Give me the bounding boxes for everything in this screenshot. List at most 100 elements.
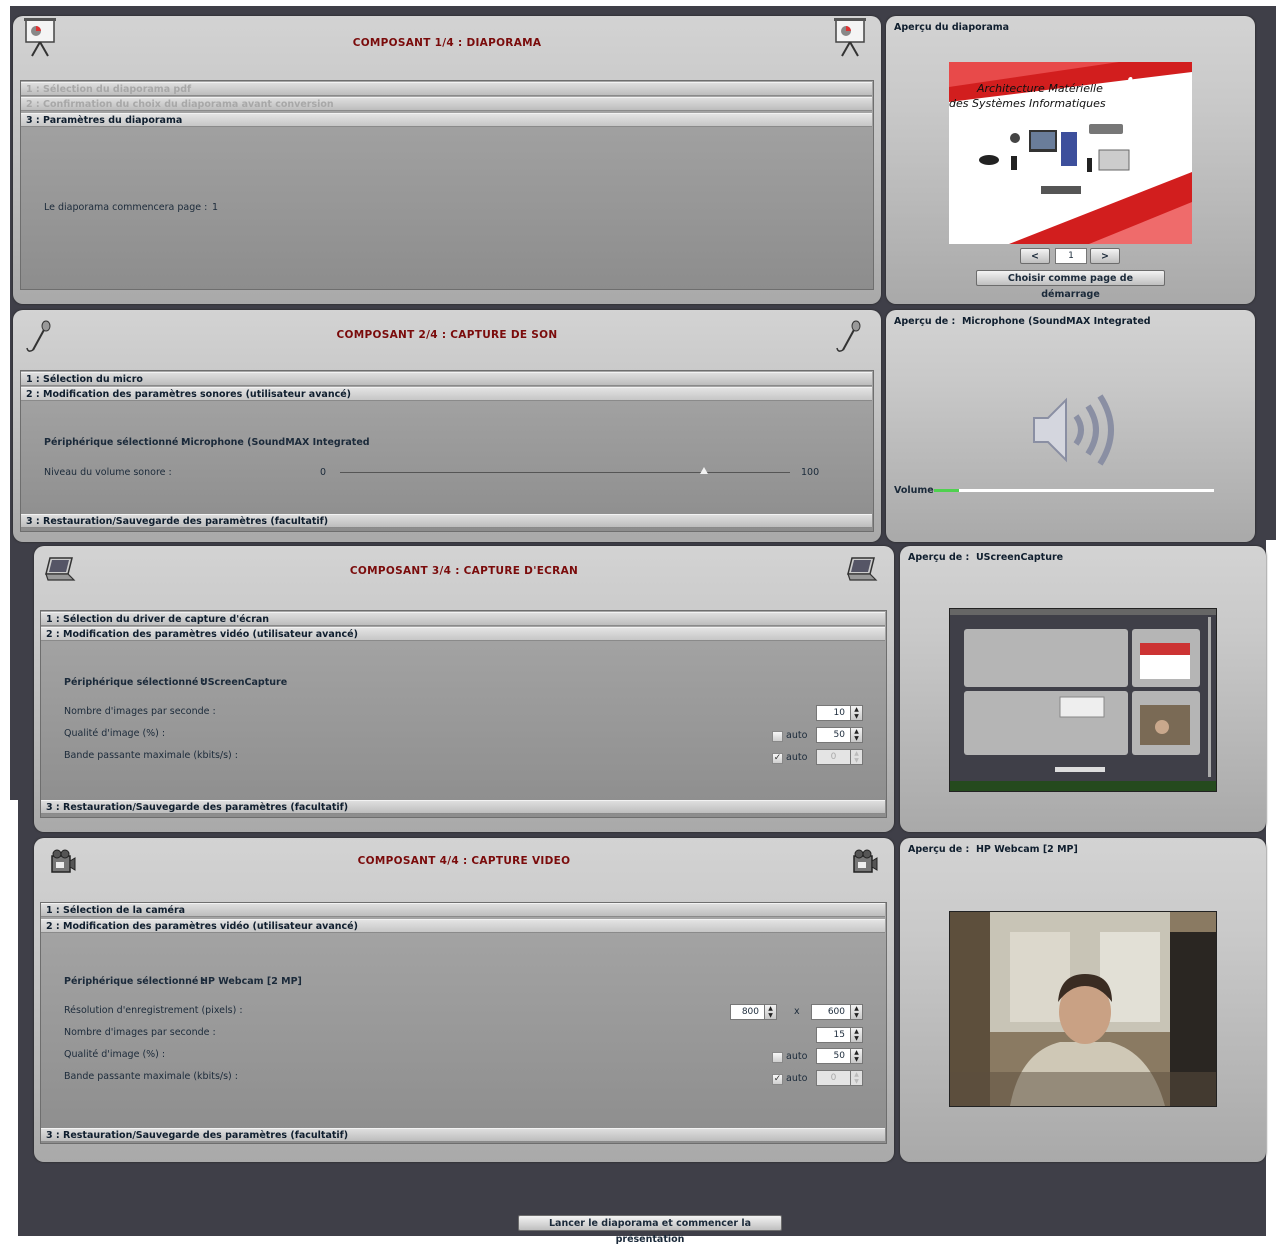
section-header-pdf-selection[interactable]: 1 : Sélection du diaporama pdf — [21, 82, 872, 96]
fps-value[interactable]: 10 — [816, 705, 851, 721]
webcam-preview — [949, 911, 1217, 1107]
device-label: Périphérique sélectionné : — [44, 437, 186, 448]
section-header-video-params[interactable]: 2 : Modification des paramètres vidéo (u… — [41, 919, 885, 933]
fps-label: Nombre d'images par seconde : — [64, 1027, 216, 1038]
panel-content — [40, 902, 887, 1144]
video-camera-icon — [850, 848, 884, 882]
slide-title-line1: Architecture Matérielle — [977, 82, 1103, 95]
slide-title-line2: des Systèmes Informatiques — [949, 97, 1106, 110]
volume-meter — [934, 489, 1214, 492]
preview-panel-sound: Aperçu de : Microphone (SoundMAX Integra… — [886, 310, 1255, 542]
panel-title: COMPOSANT 3/4 : CAPTURE D'ECRAN — [349, 565, 579, 577]
bandwidth-auto-label: auto — [786, 1073, 808, 1084]
preview-panel-screen-capture: Aperçu de : UScreenCapture — [900, 546, 1266, 832]
section-header-driver-selection[interactable]: 1 : Sélection du driver de capture d'écr… — [41, 612, 885, 626]
background-gap — [0, 800, 18, 1236]
fps-stepper[interactable]: 15 ▲ ▼ — [816, 1027, 863, 1043]
volume-max-label: 100 — [801, 467, 820, 478]
launch-presentation-button[interactable]: Lancer le diaporama et commencer la prés… — [518, 1215, 782, 1245]
device-label: Périphérique sélectionné : — [64, 976, 206, 987]
bandwidth-label: Bande passante maximale (kbits/s) : — [64, 1071, 238, 1082]
bandwidth-value: 0 — [816, 749, 851, 765]
stepper-arrows-icon[interactable]: ▲ ▼ — [851, 1004, 863, 1020]
speaker-icon — [1030, 390, 1120, 473]
stepper-arrows-icon[interactable]: ▲ ▼ — [851, 705, 863, 721]
stepper-arrows-icon[interactable]: ▲ ▼ — [851, 1048, 863, 1064]
fps-label: Nombre d'images par seconde : — [64, 706, 216, 717]
device-value: Microphone (SoundMAX Integrated — [181, 437, 370, 448]
volume-slider[interactable] — [340, 467, 790, 474]
panel-title: COMPOSANT 2/4 : CAPTURE DE SON — [336, 329, 558, 341]
volume-label: Niveau du volume sonore : — [44, 467, 172, 478]
section-header-slideshow-params[interactable]: 3 : Paramètres du diaporama — [21, 113, 872, 127]
section-header-mic-selection[interactable]: 1 : Sélection du micro — [21, 372, 872, 386]
quality-value[interactable]: 50 — [816, 727, 851, 743]
volume-meter-fill — [934, 489, 960, 492]
section-header-sound-params[interactable]: 2 : Modification des paramètres sonores … — [21, 387, 872, 401]
resolution-width-value[interactable]: 800 — [730, 1004, 765, 1020]
quality-stepper[interactable]: 50 ▲ ▼ — [816, 1048, 863, 1064]
page-number-field[interactable]: 1 — [1055, 248, 1087, 264]
set-start-page-button[interactable]: Choisir comme page de démarrage — [976, 270, 1165, 300]
section-header-restore-save[interactable]: 3 : Restauration/Sauvegarde des paramètr… — [41, 800, 885, 814]
quality-label: Qualité d'image (%) : — [64, 1049, 166, 1060]
resolution-separator: x — [794, 1006, 800, 1017]
component-panel-slideshow: COMPOSANT 1/4 : DIAPORAMA 1 : Sélection … — [13, 16, 881, 304]
volume-min-label: 0 — [320, 467, 327, 478]
preview-panel-slideshow: Aperçu du diaporama Architecture Matérie… — [886, 16, 1255, 304]
laptop-icon — [846, 556, 880, 590]
section-header-restore-save[interactable]: 3 : Restauration/Sauvegarde des paramètr… — [41, 1128, 885, 1142]
start-page-label: Le diaporama commencera page : — [44, 202, 208, 213]
preview-panel-webcam: Aperçu de : HP Webcam [2 MP] — [900, 838, 1266, 1162]
device-value: UScreenCapture — [200, 677, 288, 688]
bandwidth-label: Bande passante maximale (kbits/s) : — [64, 750, 238, 761]
resolution-height-stepper[interactable]: 600 ▲ ▼ — [811, 1004, 863, 1020]
panel-title: COMPOSANT 4/4 : CAPTURE VIDEO — [357, 855, 571, 867]
quality-label: Qualité d'image (%) : — [64, 728, 166, 739]
bandwidth-auto-checkbox[interactable]: ✓ — [772, 753, 783, 764]
stepper-arrows-icon[interactable]: ▲ ▼ — [851, 1027, 863, 1043]
section-header-restore-save[interactable]: 3 : Restauration/Sauvegarde des paramètr… — [21, 514, 872, 528]
stepper-arrows-icon[interactable]: ▲ ▼ — [765, 1004, 777, 1020]
component-panel-screen-capture: COMPOSANT 3/4 : CAPTURE D'ECRAN 1 : Séle… — [34, 546, 894, 832]
bandwidth-stepper: 0 ▲ ▼ — [816, 749, 863, 765]
resolution-label: Résolution d'enregistrement (pixels) : — [64, 1005, 243, 1016]
section-header-camera-selection[interactable]: 1 : Sélection de la caméra — [41, 903, 885, 917]
panel-title: COMPOSANT 1/4 : DIAPORAMA — [352, 37, 542, 49]
quality-auto-checkbox[interactable] — [772, 1052, 783, 1063]
volume-slider-thumb[interactable] — [700, 467, 708, 474]
quality-stepper[interactable]: 50 ▲ ▼ — [816, 727, 863, 743]
component-panel-sound: COMPOSANT 2/4 : CAPTURE DE SON 1 : Sélec… — [13, 310, 881, 542]
bandwidth-stepper: 0 ▲ ▼ — [816, 1070, 863, 1086]
preview-title-value: HP Webcam [2 MP] — [975, 844, 1078, 855]
section-header-video-params[interactable]: 2 : Modification des paramètres vidéo (u… — [41, 627, 885, 641]
quality-value[interactable]: 50 — [816, 1048, 851, 1064]
next-page-button[interactable]: > — [1090, 248, 1120, 264]
preview-title: Aperçu du diaporama — [894, 22, 1010, 33]
presentation-board-icon — [833, 18, 867, 57]
stepper-arrows-icon: ▲ ▼ — [851, 1070, 863, 1086]
quality-auto-label: auto — [786, 1051, 808, 1062]
microphone-icon — [835, 320, 869, 354]
stepper-arrows-icon[interactable]: ▲ ▼ — [851, 727, 863, 743]
resolution-height-value[interactable]: 600 — [811, 1004, 851, 1020]
isen-logo: isen — [1125, 74, 1176, 100]
bandwidth-auto-checkbox[interactable]: ✓ — [772, 1074, 783, 1085]
bandwidth-auto-label: auto — [786, 752, 808, 763]
fps-stepper[interactable]: 10 ▲ ▼ — [816, 705, 863, 721]
preview-title: Aperçu de : HP Webcam [2 MP] — [908, 844, 1078, 855]
fps-value[interactable]: 15 — [816, 1027, 851, 1043]
stepper-arrows-icon: ▲ ▼ — [851, 749, 863, 765]
slide-preview-image: Architecture Matérielle des Systèmes Inf… — [949, 62, 1192, 244]
component-panel-video-capture: COMPOSANT 4/4 : CAPTURE VIDEO 1 : Sélect… — [34, 838, 894, 1162]
preview-title-prefix: Aperçu de : — [908, 844, 970, 855]
preview-title: Aperçu de : Microphone (SoundMAX Integra… — [894, 316, 1151, 327]
device-label: Périphérique sélectionné : — [64, 677, 206, 688]
previous-page-button[interactable]: < — [1020, 248, 1050, 264]
quality-auto-checkbox[interactable] — [772, 731, 783, 742]
screen-capture-preview — [949, 608, 1217, 792]
start-page-value: 1 — [212, 202, 219, 213]
resolution-width-stepper[interactable]: 800 ▲ ▼ — [730, 1004, 777, 1020]
section-header-confirmation[interactable]: 2 : Confirmation du choix du diaporama a… — [21, 97, 872, 111]
preview-title-value: UScreenCapture — [975, 552, 1064, 563]
